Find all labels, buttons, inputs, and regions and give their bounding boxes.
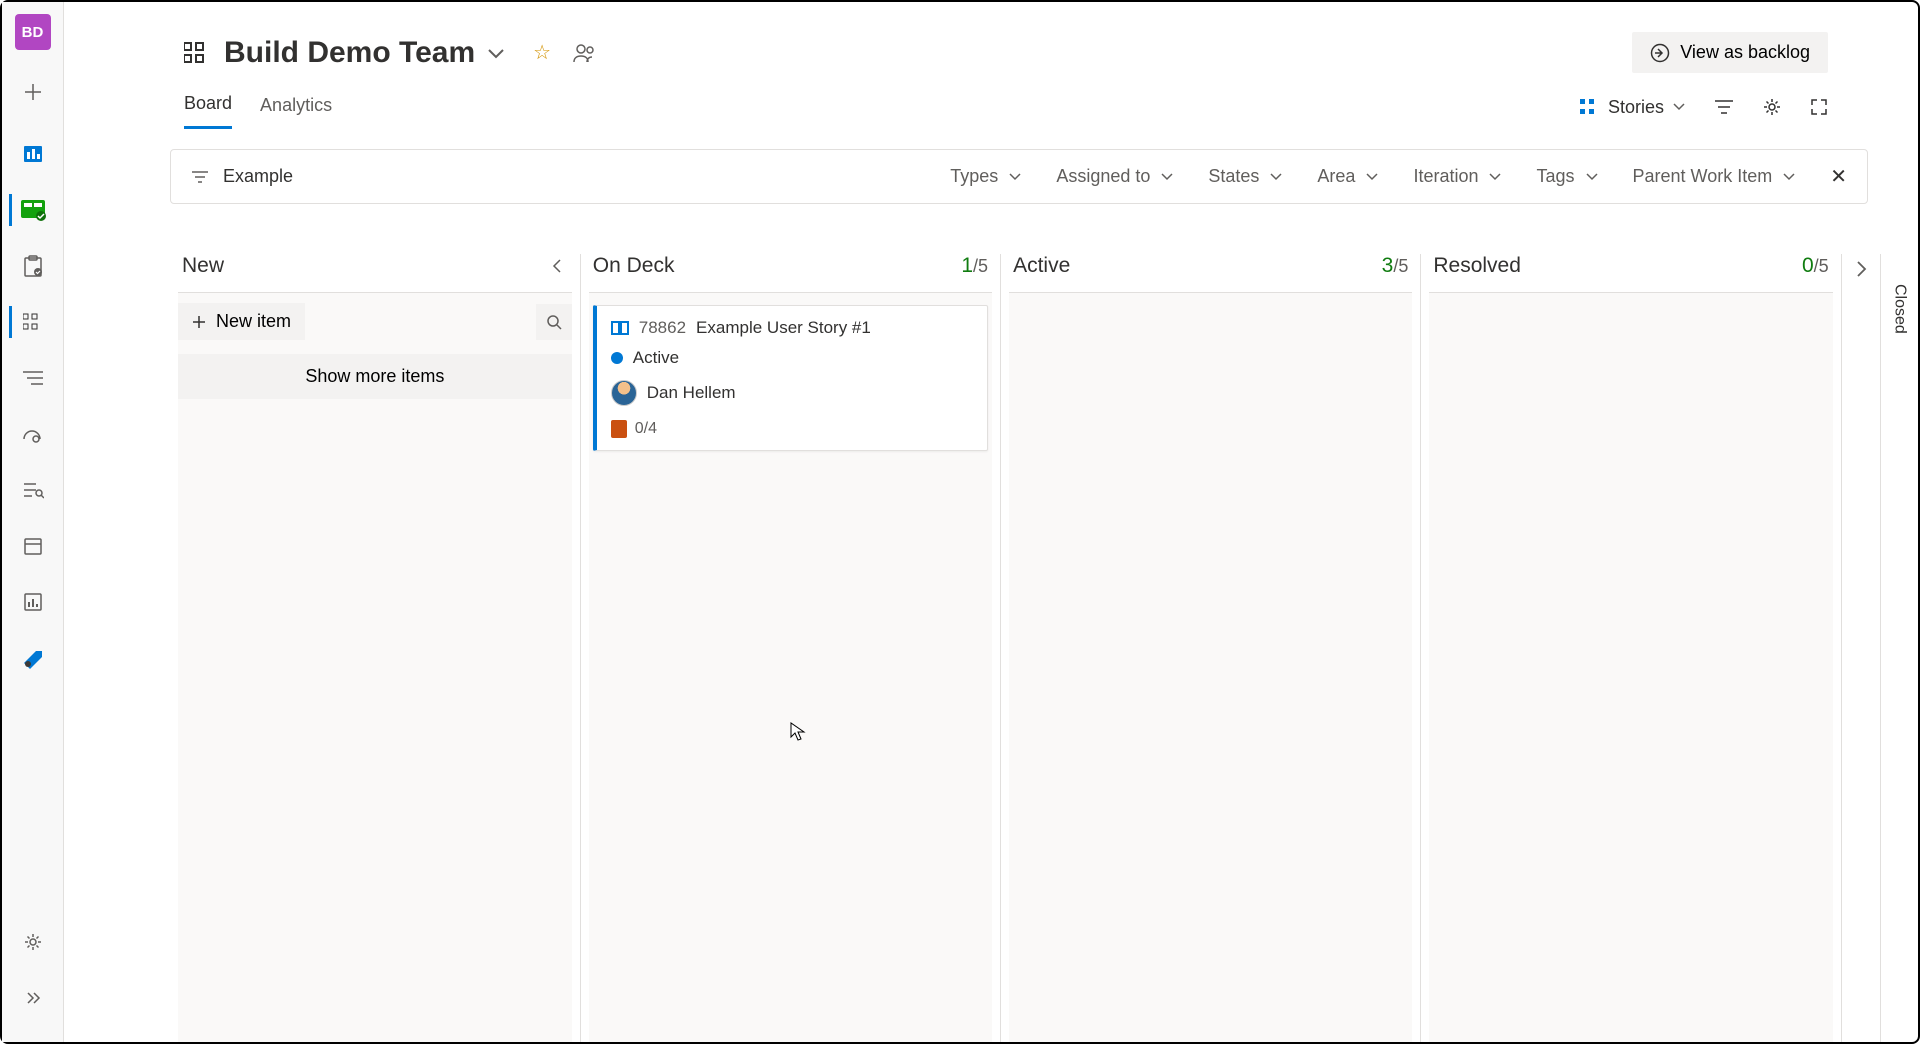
chevron-down-icon: [1672, 102, 1686, 112]
user-story-icon: [611, 320, 629, 336]
filter-tags[interactable]: Tags: [1526, 166, 1608, 187]
filter-area[interactable]: Area: [1307, 166, 1389, 187]
plus-icon: [192, 315, 206, 329]
column-on-deck: On Deck 1/5 78862 Example User Story #1: [581, 254, 1001, 1042]
assignee-avatar: [611, 380, 637, 406]
column-active: Active 3/5: [1001, 254, 1421, 1042]
filter-states[interactable]: States: [1198, 166, 1293, 187]
tasks-count: 0/4: [635, 420, 657, 438]
overview-icon[interactable]: [9, 130, 57, 178]
left-sidebar: BD: [2, 2, 64, 1042]
kanban-board: New New item: [170, 254, 1918, 1042]
view-as-backlog-button[interactable]: View as backlog: [1632, 32, 1828, 73]
column-new-title: New: [182, 254, 224, 278]
boards-icon[interactable]: [9, 186, 57, 234]
filter-bar: Example Types Assigned to States Area It…: [170, 149, 1868, 204]
column-resolved-title: Resolved: [1433, 254, 1521, 278]
column-resolved-count: 0/5: [1802, 254, 1829, 278]
column-on-deck-count: 1/5: [961, 254, 988, 278]
column-active-title: Active: [1013, 254, 1070, 278]
team-name: Build Demo Team: [224, 36, 475, 70]
add-icon[interactable]: [9, 68, 57, 116]
column-resolved: Resolved 0/5: [1421, 254, 1841, 1042]
pipelines-icon[interactable]: [9, 634, 57, 682]
filter-icon: [191, 170, 209, 184]
team-members-icon[interactable]: [573, 43, 597, 63]
tasks-icon: [611, 420, 627, 438]
column-closed-collapsed[interactable]: Closed: [1880, 254, 1918, 1042]
column-new: New New item: [170, 254, 581, 1042]
search-icon: [546, 314, 562, 330]
filter-keyword[interactable]: Example: [223, 166, 293, 187]
show-more-button[interactable]: Show more items: [178, 354, 572, 399]
column-on-deck-title: On Deck: [593, 254, 675, 278]
filter-iteration[interactable]: Iteration: [1403, 166, 1512, 187]
board-settings-icon[interactable]: [1762, 97, 1782, 117]
view-as-backlog-label: View as backlog: [1680, 42, 1810, 63]
new-item-label: New item: [216, 311, 291, 332]
state-dot-icon: [611, 352, 623, 364]
board-glyph-icon: [184, 41, 210, 65]
close-filter-icon[interactable]: ✕: [1830, 164, 1847, 189]
team-dropdown-icon[interactable]: [487, 47, 505, 59]
assignee-name: Dan Hellem: [647, 383, 736, 403]
backlog-level-selector[interactable]: Stories: [1580, 97, 1686, 118]
queries-icon[interactable]: [9, 466, 57, 514]
backlogs-icon[interactable]: [9, 354, 57, 402]
new-item-button[interactable]: New item: [178, 303, 305, 340]
filter-toggle-icon[interactable]: [1714, 99, 1734, 115]
fullscreen-icon[interactable]: [1810, 98, 1828, 116]
arrow-right-circle-icon: [1650, 43, 1670, 63]
boards-sub-icon[interactable]: [9, 298, 57, 346]
favorite-star-icon[interactable]: ☆: [533, 40, 551, 65]
work-item-card[interactable]: 78862 Example User Story #1 Active Dan H…: [593, 305, 988, 451]
filter-parent-work-item[interactable]: Parent Work Item: [1623, 166, 1807, 187]
search-items-button[interactable]: [536, 304, 572, 340]
stories-label: Stories: [1608, 97, 1664, 118]
sprints-icon[interactable]: [9, 410, 57, 458]
analytics-views-icon[interactable]: [9, 578, 57, 626]
work-item-state: Active: [633, 348, 679, 368]
page-header: Build Demo Team ☆ View as backlog: [64, 2, 1918, 73]
filter-types[interactable]: Types: [940, 166, 1032, 187]
work-item-id: 78862: [639, 318, 686, 338]
tab-board[interactable]: Board: [184, 93, 232, 129]
column-closed-title: Closed: [1890, 284, 1908, 334]
work-item-title: Example User Story #1: [696, 318, 871, 338]
expand-sidebar-icon[interactable]: [9, 974, 57, 1022]
project-avatar[interactable]: BD: [15, 14, 51, 50]
plans-icon[interactable]: [9, 522, 57, 570]
main-content: Build Demo Team ☆ View as backlog Board …: [64, 2, 1918, 1042]
work-items-icon[interactable]: [9, 242, 57, 290]
column-active-count: 3/5: [1382, 254, 1409, 278]
stories-icon: [1580, 98, 1600, 116]
collapse-new-icon[interactable]: [546, 258, 568, 274]
tab-analytics[interactable]: Analytics: [260, 95, 332, 128]
filter-assigned-to[interactable]: Assigned to: [1046, 166, 1184, 187]
tabs-row: Board Analytics Stories: [64, 73, 1918, 129]
scroll-right-button[interactable]: [1842, 254, 1880, 1042]
settings-icon[interactable]: [9, 918, 57, 966]
